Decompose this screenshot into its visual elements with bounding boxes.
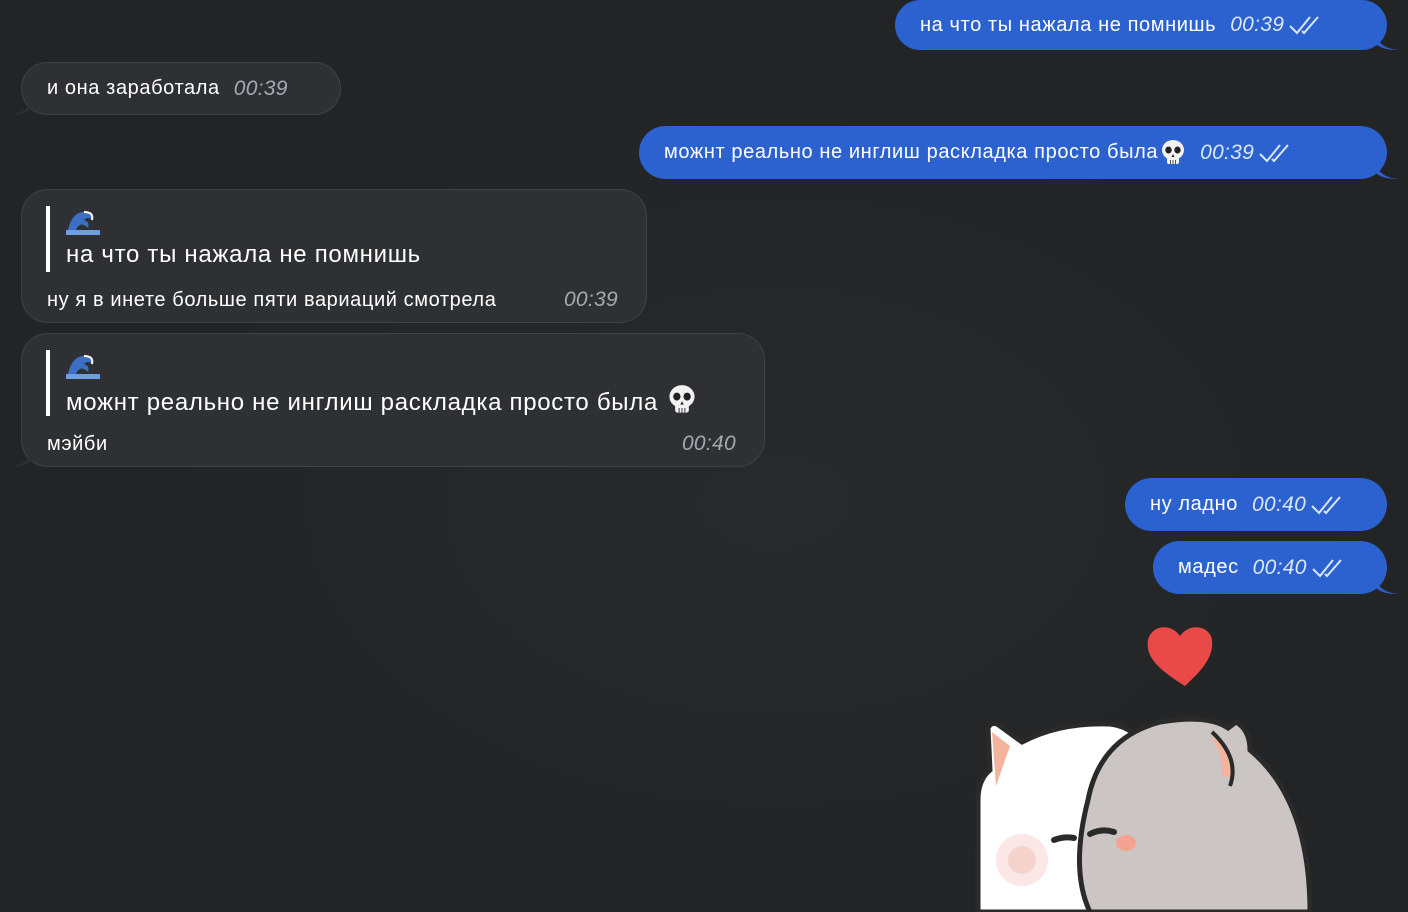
message-text: и она заработала: [47, 77, 220, 99]
wave-emoji-icon: [66, 350, 764, 384]
message-time: 00:40: [1252, 492, 1307, 516]
bubble-tail: [9, 453, 31, 467]
skull-icon: [669, 385, 695, 413]
wave-emoji-icon: [66, 206, 646, 240]
message-text: мэйби: [47, 432, 108, 455]
message-text: ну ладно: [1150, 493, 1239, 515]
reply-text-content: можнт реально не инглиш раскладка просто…: [66, 389, 658, 416]
reply-text: можнт реально не инглиш раскладка просто…: [66, 384, 764, 418]
chat-area: на что ты нажала не помнишь 00:39 и она …: [0, 0, 1408, 912]
message-text: ну я в инете больше пяти вариаций смотре…: [47, 288, 497, 311]
message-outgoing[interactable]: можнт реально не инглиш раскладка просто…: [639, 126, 1387, 179]
gray-cat: [1076, 716, 1313, 912]
message-time: 00:40: [681, 432, 736, 455]
message-time: 00:39: [1200, 140, 1255, 164]
bubble-tail: [1376, 580, 1398, 594]
reply-quote[interactable]: на что ты нажала не помнишь: [46, 206, 646, 272]
double-check-icon: [1259, 143, 1289, 162]
message-time: 00:39: [233, 76, 288, 100]
double-check-icon: [1312, 558, 1342, 577]
message-text: мадес: [1178, 556, 1239, 578]
message-outgoing[interactable]: на что ты нажала не помнишь 00:39: [895, 0, 1387, 50]
message-incoming-reply[interactable]: можнт реально не инглиш раскладка просто…: [21, 333, 765, 467]
message-time: 00:39: [1230, 13, 1285, 36]
message-text: можнт реально не инглиш раскладка просто…: [664, 141, 1159, 163]
message-incoming[interactable]: и она заработала 00:39: [21, 62, 341, 115]
bubble-tail: [9, 101, 31, 115]
message-outgoing[interactable]: мадес 00:40: [1153, 541, 1387, 594]
message-time: 00:39: [563, 288, 618, 311]
cats-hug-sticker[interactable]: [960, 610, 1340, 912]
reply-quote[interactable]: можнт реально не инглиш раскладка просто…: [46, 350, 764, 416]
bubble-tail: [1376, 165, 1398, 179]
skull-icon: [1162, 139, 1185, 164]
message-time: 00:40: [1252, 555, 1307, 579]
double-check-icon: [1289, 16, 1320, 35]
message-outgoing[interactable]: ну ладно 00:40: [1125, 478, 1387, 531]
double-check-icon: [1311, 495, 1341, 514]
message-incoming-reply[interactable]: на что ты нажала не помнишь ну я в инете…: [21, 189, 647, 323]
message-text: на что ты нажала не помнишь: [920, 13, 1217, 36]
heart-icon: [1147, 627, 1213, 686]
reply-text: на что ты нажала не помнишь: [66, 241, 421, 268]
bubble-tail: [1376, 36, 1398, 50]
